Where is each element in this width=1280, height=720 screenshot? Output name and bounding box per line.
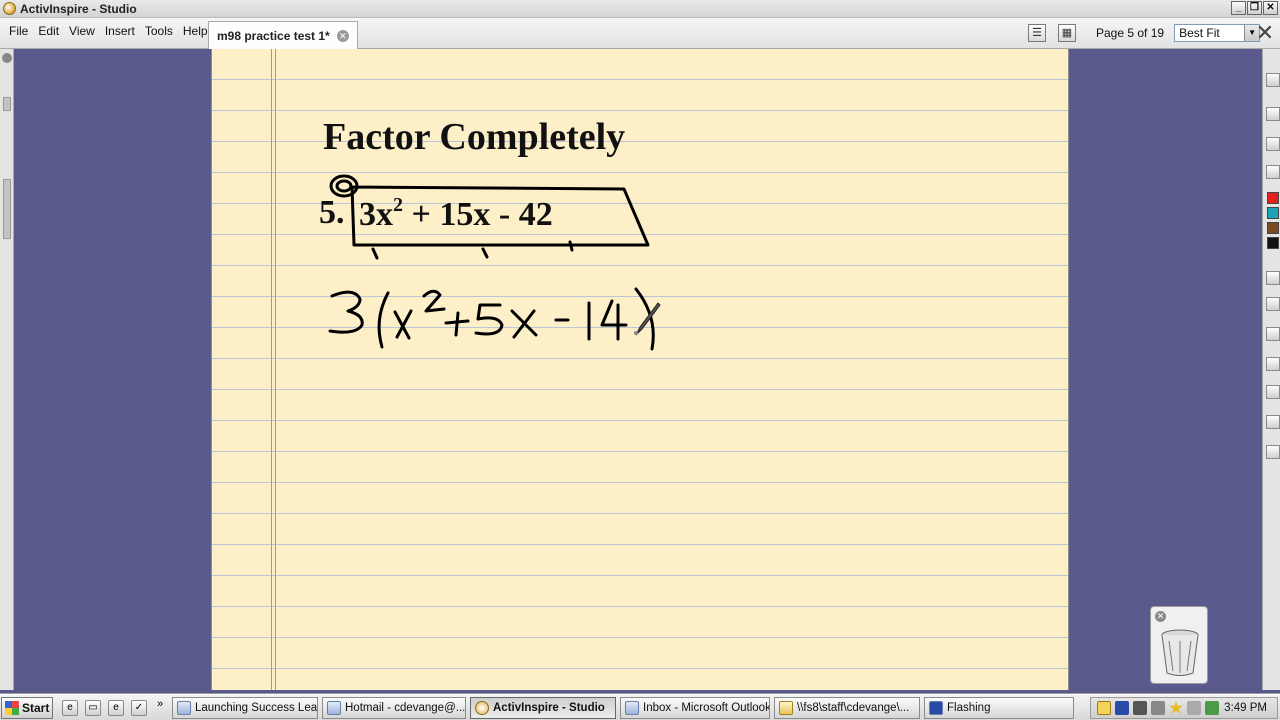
ie-icon [327, 701, 341, 715]
activinspire-icon [475, 701, 489, 715]
ink-exponent-2 [422, 289, 446, 313]
taskbar: Start e ▭ e ✓ » Launching Success Lea...… [0, 694, 1280, 720]
color-swatch-brown[interactable] [1267, 222, 1279, 234]
quicklaunch-outlook-icon[interactable]: ✓ [131, 700, 147, 716]
highlighter-tool-icon[interactable] [1266, 165, 1280, 179]
task-label: Hotmail - cdevange@... [345, 702, 466, 714]
page-toolbar: ☰ ▦ Page 5 of 19 Best Fit ▼ [1028, 24, 1261, 42]
outlook-icon [625, 701, 639, 715]
close-tab-icon[interactable]: ✕ [336, 29, 349, 42]
dock-grip-top[interactable] [3, 97, 11, 111]
tray-volume-icon[interactable] [1151, 701, 1165, 715]
undo-tool-icon[interactable] [1266, 385, 1280, 399]
chevron-right-icon[interactable]: » [157, 698, 163, 710]
tray-utility-icon[interactable] [1187, 701, 1201, 715]
toolbox-main-icon[interactable] [1266, 73, 1280, 87]
start-button[interactable]: Start [1, 697, 53, 719]
start-label: Start [22, 701, 50, 715]
tray-monitor-icon[interactable] [1133, 701, 1147, 715]
ink-open-paren [377, 291, 390, 349]
task-label: Flashing [947, 702, 991, 714]
task-list: Launching Success Lea... Hotmail - cdeva… [172, 697, 1074, 719]
task-outlook-inbox[interactable]: Inbox - Microsoft Outlook [620, 697, 770, 719]
trash-bin-icon [1161, 629, 1199, 676]
page-status: Page 5 of 19 [1096, 26, 1165, 40]
menu-insert[interactable]: Insert [100, 24, 140, 38]
tray-star-icon[interactable] [1169, 701, 1183, 714]
flipchart-page[interactable]: Factor Completely 5. 3x2 + 15x - 42 [211, 49, 1069, 690]
tray-security-icon[interactable] [1205, 701, 1219, 715]
fill-tool-icon[interactable] [1266, 357, 1280, 371]
menu-view[interactable]: View [64, 24, 100, 38]
ink-circle-inner [335, 179, 353, 193]
right-toolbox [1262, 49, 1280, 690]
zoom-select[interactable]: Best Fit ▼ [1174, 24, 1261, 42]
activinspire-app-icon [3, 2, 16, 15]
windows-flag-icon [5, 701, 19, 715]
task-activinspire[interactable]: ActivInspire - Studio [470, 697, 616, 719]
title-bar: ActivInspire - Studio _ ❐ ✕ [0, 0, 1280, 18]
pen-cursor-icon [634, 302, 661, 336]
shape-tool-icon[interactable] [1266, 297, 1280, 311]
task-file-share[interactable]: \\fs8\staff\cdevange\... [774, 697, 920, 719]
trash-widget[interactable]: ✕ [1150, 606, 1208, 684]
ink-x-2 [395, 309, 413, 339]
redo-tool-icon[interactable] [1266, 415, 1280, 429]
page-notes-icon[interactable]: ☰ [1028, 24, 1046, 42]
close-window-button[interactable]: ✕ [1263, 1, 1278, 15]
text-tool-icon[interactable] [1266, 327, 1280, 341]
menu-edit[interactable]: Edit [33, 24, 64, 38]
task-label: ActivInspire - Studio [493, 702, 605, 714]
document-tab[interactable]: m98 practice test 1* ✕ [208, 21, 358, 49]
task-launching-success[interactable]: Launching Success Lea... [172, 697, 318, 719]
system-tray: 3:49 PM [1090, 697, 1278, 719]
tray-network-icon[interactable] [1115, 701, 1129, 715]
pin-icon[interactable] [2, 53, 12, 63]
window-controls: _ ❐ ✕ [1231, 1, 1278, 15]
task-flashing[interactable]: Flashing [924, 697, 1074, 719]
flashing-window-icon [929, 701, 943, 715]
reset-tool-icon[interactable] [1266, 445, 1280, 459]
clock: 3:49 PM [1224, 702, 1267, 714]
quicklaunch-ie-icon[interactable]: e [62, 700, 78, 716]
color-swatch-red[interactable] [1267, 192, 1279, 204]
quicklaunch-ie2-icon[interactable]: e [108, 700, 124, 716]
task-hotmail[interactable]: Hotmail - cdevange@... [322, 697, 466, 719]
zoom-value: Best Fit [1179, 26, 1220, 40]
eraser-tool-icon[interactable] [1266, 271, 1280, 285]
dock-grip-middle[interactable] [3, 179, 11, 239]
task-label: Inbox - Microsoft Outlook [643, 702, 770, 714]
document-tab-label: m98 practice test 1* [217, 28, 330, 43]
page-browser-icon[interactable]: ▦ [1058, 24, 1076, 42]
menu-file[interactable]: File [4, 24, 33, 38]
trash-close-icon[interactable]: ✕ [1155, 611, 1166, 622]
quicklaunch-folder-icon[interactable]: ▭ [85, 700, 101, 716]
ink-tick-2 [481, 247, 489, 259]
pen-tool-icon[interactable] [1266, 137, 1280, 151]
ink-box-around-expression [350, 185, 650, 247]
ie-icon [177, 701, 191, 715]
tray-outlook-icon[interactable] [1097, 701, 1111, 715]
select-tool-icon[interactable] [1266, 107, 1280, 121]
color-swatch-teal[interactable] [1267, 207, 1279, 219]
task-label: Launching Success Lea... [195, 702, 318, 714]
menu-bar: File Edit View Insert Tools Help m98 pra… [0, 18, 1280, 49]
close-flipchart-icon[interactable]: ✕ [1254, 22, 1276, 44]
color-swatch-black[interactable] [1267, 237, 1279, 249]
restore-button[interactable]: ❐ [1247, 1, 1262, 15]
ink-digit-4-diag [600, 299, 628, 327]
ink-tick-1 [371, 247, 379, 260]
menu-tools[interactable]: Tools [140, 24, 178, 38]
window-title: ActivInspire - Studio [20, 1, 137, 16]
left-dock-strip [0, 49, 14, 690]
main-menu: File Edit View Insert Tools Help [4, 24, 213, 38]
ink-plus-v [454, 311, 460, 337]
folder-icon [779, 701, 793, 715]
ink-digit-3 [328, 290, 364, 334]
ink-digit-5 [474, 303, 504, 336]
ink-tick-3 [568, 240, 574, 252]
handwritten-ink-layer [328, 174, 655, 351]
minimize-button[interactable]: _ [1231, 1, 1246, 15]
task-label: \\fs8\staff\cdevange\... [797, 702, 910, 714]
